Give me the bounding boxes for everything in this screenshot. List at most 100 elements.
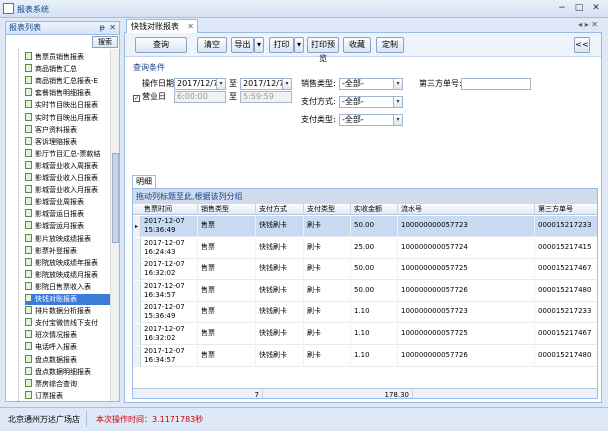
report-tree-item[interactable]: 影院日售票收入表 [25,281,111,293]
checkbox-icon[interactable]: ✓ [133,95,140,102]
footer-total: 178.30 [263,389,413,398]
table-row[interactable]: 2017-12-07 16:32:02 售票 快钱刷卡 刷卡 50.00 100000000… [133,259,597,281]
clear-button[interactable]: 清空 [197,37,227,53]
search-button[interactable]: 搜索 [92,36,118,48]
report-tree-item[interactable]: 商品销售汇总 [25,64,111,75]
tab-kuaiqian-report[interactable]: 快钱对账报表 ✕ [126,19,198,34]
detail-grid: 拖动列标题至此,根据该列分组 售票时间 销售类型 支付方式 支付类型 实收金额 流水号 第三… [132,188,598,399]
export-button[interactable]: 导出 [231,37,254,53]
group-by-hint[interactable]: 拖动列标题至此,根据该列分组 [133,189,597,204]
report-tree-item[interactable]: 商品销售汇总报表-E [25,76,111,87]
report-icon [25,366,32,375]
pin-icon[interactable]: ᵽ [100,22,105,34]
chevron-down-icon[interactable]: ▾ [216,79,225,89]
print-button[interactable]: 打印 [269,37,294,53]
table-row[interactable]: 2017-12-07 16:24:43 售票 快钱刷卡 刷卡 25.00 100000000… [133,237,597,259]
report-icon [25,173,32,181]
chevron-down-icon[interactable]: ▾ [393,97,402,107]
table-row[interactable]: ▸ 2017-12-07 15:36:49 售票 快钱刷卡 刷卡 50.00 10000000… [133,216,597,237]
chevron-down-icon[interactable]: ▾ [393,115,402,125]
close-icon[interactable]: ✕ [589,2,603,15]
report-tree-item-label: 影票补登报表 [35,246,77,255]
op-date-to-input[interactable]: 2017/12/7 ▾ [240,78,292,90]
cell-third: 000015217480 [535,346,597,367]
tab-nav-controls[interactable]: ◂ ▸ ✕ [578,20,598,29]
time-to-input[interactable]: 5:59:59 [240,91,292,103]
tree-scroll-thumb[interactable] [112,153,119,243]
report-tree-item[interactable]: 订票报表 [25,390,111,401]
print-preview-button[interactable]: 打印预览 [307,37,339,63]
export-dropdown-button[interactable]: ▾ [254,37,264,53]
tree-scrollbar[interactable] [110,49,119,401]
print-dropdown-button[interactable]: ▾ [294,37,304,53]
cell-pay-type: 刷卡 [304,280,351,302]
column-header[interactable]: 第三方单号 [535,204,597,215]
cell-sale-type: 售票 [198,259,256,281]
report-tree-item[interactable]: 盘点数据报表 [25,354,111,366]
query-button[interactable]: 查询 [135,37,187,53]
maximize-icon[interactable]: □ [572,2,586,15]
report-tree-item[interactable]: 盘点数据明细报表 [25,366,111,378]
cell-pay-type: 刷卡 [304,216,351,237]
column-header[interactable]: 售票时间 [141,204,198,215]
sale-type-value: -全部- [342,79,364,88]
report-tree-item[interactable]: 快钱对账报表 [25,294,111,305]
panel-close-icon[interactable]: ✕ [109,22,116,34]
report-tree-item[interactable]: 售票员销售报表 [25,52,111,63]
report-tree-item[interactable]: 实时节目映出日报表 [25,100,111,111]
report-tree-item[interactable]: 排片数据分析报表 [25,306,111,317]
business-day-checkbox[interactable]: ✓ 营业日 [133,91,166,103]
tab-detail[interactable]: 明细 [132,175,156,188]
column-header[interactable]: 支付类型 [304,204,351,215]
report-tree-item[interactable]: 实时节目映出月报表 [25,112,111,124]
column-header[interactable]: 实收金额 [351,204,398,215]
chevron-down-icon[interactable]: ▾ [282,79,291,89]
sale-type-label: 销售类型: [301,79,336,88]
report-tree-item[interactable]: 班次情况报表 [25,330,111,341]
customize-button[interactable]: 定制 [376,37,404,53]
report-tree-item-label: 订票报表 [35,391,63,400]
report-tree-item[interactable]: 影院放映成绩月报表 [25,269,111,281]
report-tree-item[interactable]: 影厅节目汇总-票款结 [25,148,111,160]
report-tree-item-label: 商品销售汇总报表-E [35,77,98,86]
report-tree-item[interactable]: 电话呼入报表 [25,342,111,353]
table-row[interactable]: 2017-12-07 16:32:02 售票 快钱刷卡 刷卡 1.10 1000000000… [133,324,597,345]
chevron-down-icon[interactable]: ▾ [393,79,402,89]
store-location: 北京通州万达广场店 [8,415,80,424]
column-header[interactable]: 流水号 [398,204,535,215]
report-list-panel: 报表列表 ᵽ ✕ 搜索 售票员销售报表 商品销售汇总 商品销售汇总报表-E 套餐销售明… [5,21,120,402]
report-tree-item[interactable]: 客户资料报表 [25,124,111,136]
minimize-icon[interactable]: − [555,2,569,15]
pay-type-select[interactable]: -全部- ▾ [339,114,403,126]
report-tree-item[interactable]: 影院放映成绩年报表 [25,257,111,269]
report-tree-item[interactable]: 套餐销售明细报表 [25,88,111,99]
table-row[interactable]: 2017-12-07 15:36:49 售票 快钱刷卡 刷卡 1.10 1000000000… [133,302,597,324]
report-tree-item[interactable]: 影城营运月报表 [25,221,111,232]
pay-method-select[interactable]: -全部- ▾ [339,96,403,108]
report-tree-item[interactable]: 影城营业周报表 [25,197,111,208]
report-tree-item-label: 盘点数据明细报表 [35,367,91,376]
report-tree-item[interactable]: 影城营业收入日报表 [25,173,111,184]
op-date-from-input[interactable]: 2017/12/7 ▾ [174,78,226,90]
column-header[interactable]: 支付方式 [256,204,304,215]
sale-type-select[interactable]: -全部- ▾ [339,78,403,90]
column-header[interactable]: 销售类型 [198,204,256,215]
report-tree-item[interactable]: 支付宝微信线下支付 [25,318,111,329]
favorite-button[interactable]: 收藏 [343,37,371,53]
tab-close-icon[interactable]: ✕ [187,20,194,33]
report-icon [25,88,32,97]
collapse-button[interactable]: << [574,37,590,53]
report-tree-item[interactable]: 影城营业收入月报表 [25,185,111,196]
third-party-input[interactable] [461,78,531,90]
report-tree-item[interactable]: 影城营业收入周报表 [25,160,111,172]
report-tree-item[interactable]: 票房综合查询 [25,378,111,390]
report-tree-item[interactable]: 客诉理赔报表 [25,136,111,148]
report-tree-item[interactable]: 影城营运日报表 [25,209,111,220]
table-row[interactable]: 2017-12-07 16:34:57 售票 快钱刷卡 刷卡 1.10 1000000000… [133,345,597,367]
time-from-input[interactable]: 6:00:00 [174,91,226,103]
row-indicator [133,345,141,367]
cell-amount: 50.00 [351,216,398,237]
report-tree-item[interactable]: 影片放映成绩报表 [25,233,111,245]
table-row[interactable]: 2017-12-07 16:34:57 售票 快钱刷卡 刷卡 50.00 100000000… [133,280,597,302]
report-tree-item[interactable]: 影票补登报表 [25,245,111,257]
